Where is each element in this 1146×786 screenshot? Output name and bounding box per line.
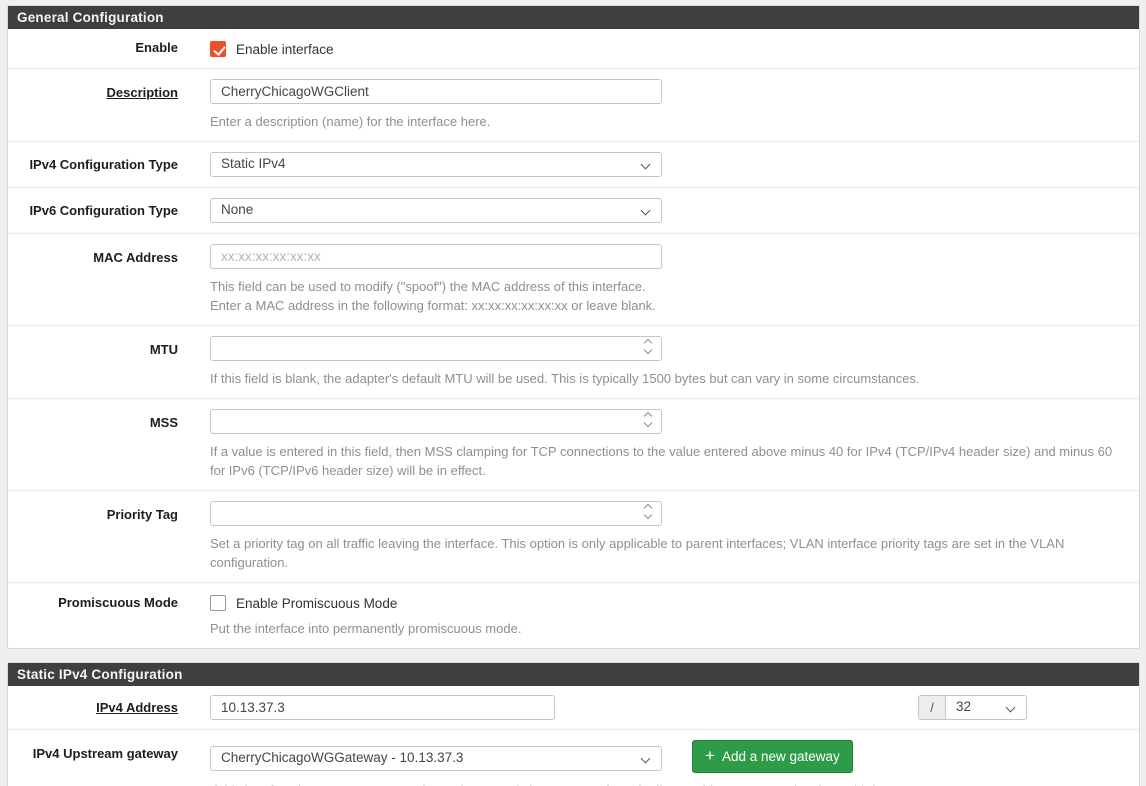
chevron-down-icon bbox=[641, 206, 651, 216]
enable-interface-checkbox[interactable] bbox=[210, 41, 226, 57]
description-input[interactable] bbox=[210, 79, 662, 104]
enable-label: Enable bbox=[8, 29, 178, 68]
form-row-ipv6-config-type: IPv6 Configuration Type None bbox=[8, 188, 1139, 234]
ipv4-config-type-select[interactable]: Static IPv4 bbox=[210, 152, 662, 177]
static-ipv4-configuration-panel: Static IPv4 Configuration IPv4 Address /… bbox=[7, 662, 1140, 786]
ipv6-config-type-selected-value: None bbox=[221, 202, 253, 217]
add-new-gateway-button[interactable]: + Add a new gateway bbox=[692, 740, 853, 773]
ipv4-upstream-gateway-selected-value: CherryChicagoWGGateway - 10.13.37.3 bbox=[221, 750, 463, 765]
promiscuous-mode-checkbox[interactable] bbox=[210, 595, 226, 611]
subnet-prefix-select[interactable]: 32 bbox=[945, 695, 1027, 720]
form-row-mtu: MTU If this field is blank, the adapter'… bbox=[8, 326, 1139, 399]
promiscuous-mode-label: Promiscuous Mode bbox=[8, 583, 178, 648]
enable-interface-checkbox-label: Enable interface bbox=[236, 42, 334, 57]
promiscuous-mode-help: Put the interface into permanently promi… bbox=[210, 619, 1123, 638]
chevron-down-icon bbox=[641, 160, 651, 170]
mtu-help: If this field is blank, the adapter's de… bbox=[210, 369, 1123, 388]
chevron-down-icon bbox=[1006, 703, 1016, 713]
mss-input[interactable] bbox=[210, 409, 662, 434]
mss-label: MSS bbox=[8, 399, 178, 490]
subnet-prefix-group: / 32 bbox=[918, 695, 1027, 720]
mtu-spinner[interactable] bbox=[645, 340, 651, 353]
form-row-ipv4-config-type: IPv4 Configuration Type Static IPv4 bbox=[8, 142, 1139, 188]
form-row-mac-address: MAC Address This field can be used to mo… bbox=[8, 234, 1139, 326]
add-new-gateway-button-label: Add a new gateway bbox=[722, 749, 840, 764]
ipv6-config-type-select[interactable]: None bbox=[210, 198, 662, 223]
spinner-down-icon bbox=[644, 346, 652, 354]
plus-icon: + bbox=[705, 747, 715, 764]
spinner-down-icon bbox=[644, 511, 652, 519]
ipv4-config-type-selected-value: Static IPv4 bbox=[221, 156, 286, 171]
ipv4-config-type-label: IPv4 Configuration Type bbox=[8, 142, 178, 187]
promiscuous-mode-checkbox-label: Enable Promiscuous Mode bbox=[236, 596, 397, 611]
mac-help-line-1: This field can be used to modify ("spoof… bbox=[210, 277, 1123, 296]
mac-address-label: MAC Address bbox=[8, 234, 178, 325]
description-label: Description bbox=[8, 69, 178, 141]
form-row-priority-tag: Priority Tag Set a priority tag on all t… bbox=[8, 491, 1139, 583]
mss-spinner[interactable] bbox=[645, 413, 651, 426]
form-row-ipv4-upstream-gateway: IPv4 Upstream gateway CherryChicagoWGGat… bbox=[8, 730, 1139, 786]
spinner-down-icon bbox=[644, 419, 652, 427]
mtu-label: MTU bbox=[8, 326, 178, 398]
ipv4-upstream-gateway-select[interactable]: CherryChicagoWGGateway - 10.13.37.3 bbox=[210, 746, 662, 771]
priority-tag-help: Set a priority tag on all traffic leavin… bbox=[210, 534, 1123, 572]
form-row-mss: MSS If a value is entered in this field,… bbox=[8, 399, 1139, 491]
general-configuration-panel: General Configuration Enable Enable inte… bbox=[7, 5, 1140, 649]
ipv4-upstream-gateway-help: If this interface is an Internet connect… bbox=[210, 781, 1123, 786]
mac-address-input[interactable] bbox=[210, 244, 662, 269]
gateway-help-line-1: If this interface is an Internet connect… bbox=[210, 781, 1123, 786]
priority-tag-spinner[interactable] bbox=[645, 505, 651, 518]
priority-tag-label: Priority Tag bbox=[8, 491, 178, 582]
ipv4-address-input[interactable] bbox=[210, 695, 555, 720]
mtu-input[interactable] bbox=[210, 336, 662, 361]
form-row-enable: Enable Enable interface bbox=[8, 29, 1139, 69]
mac-help-line-2: Enter a MAC address in the following for… bbox=[210, 296, 1123, 315]
subnet-separator: / bbox=[918, 695, 945, 720]
chevron-down-icon bbox=[641, 754, 651, 764]
mss-help: If a value is entered in this field, the… bbox=[210, 442, 1123, 480]
subnet-prefix-selected-value: 32 bbox=[956, 699, 971, 714]
panel-title-static-ipv4: Static IPv4 Configuration bbox=[8, 663, 1139, 686]
priority-tag-input[interactable] bbox=[210, 501, 662, 526]
ipv4-upstream-gateway-label: IPv4 Upstream gateway bbox=[8, 730, 178, 786]
form-row-description: Description Enter a description (name) f… bbox=[8, 69, 1139, 142]
description-help: Enter a description (name) for the inter… bbox=[210, 112, 1123, 131]
ipv6-config-type-label: IPv6 Configuration Type bbox=[8, 188, 178, 233]
form-row-promiscuous-mode: Promiscuous Mode Enable Promiscuous Mode… bbox=[8, 583, 1139, 648]
ipv4-address-label: IPv4 Address bbox=[8, 686, 178, 729]
form-row-ipv4-address: IPv4 Address / 32 bbox=[8, 686, 1139, 730]
mac-address-help: This field can be used to modify ("spoof… bbox=[210, 277, 1123, 315]
panel-title-general: General Configuration bbox=[8, 6, 1139, 29]
